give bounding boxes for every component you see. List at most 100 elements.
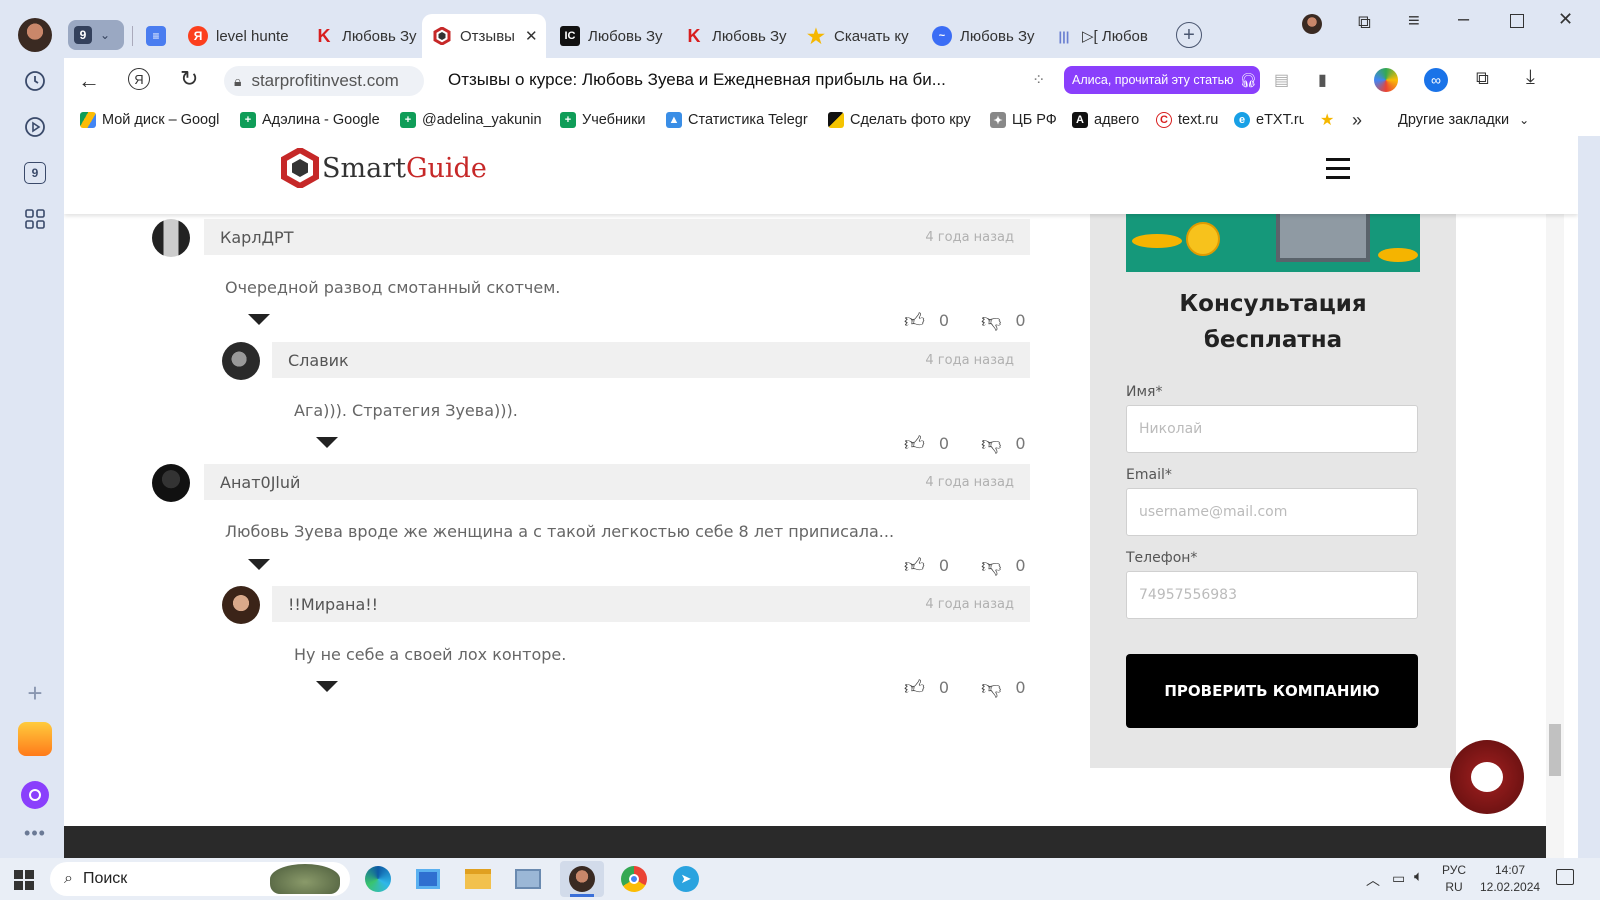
page-title[interactable]: Отзывы о курсе: Любовь Зуева и Ежедневна… — [448, 70, 946, 90]
bookmark-advego[interactable]: Aадвего — [1072, 112, 1140, 128]
telegram-app-icon[interactable]: ➤ — [664, 861, 708, 897]
collections-icon[interactable]: ⧉ — [1358, 12, 1371, 33]
add-panel-icon[interactable]: + — [18, 676, 52, 710]
bookmark-adelina-yakunina[interactable]: + @adelina_yakunin — [400, 112, 544, 128]
thumbs-up-icon[interactable]: 👍︎ — [904, 553, 925, 578]
chrome-app-icon[interactable] — [612, 861, 656, 897]
comment-author[interactable]: !!Мирана!! — [288, 595, 378, 614]
tab-groups-button[interactable]: 9 ⌄ — [68, 20, 124, 50]
bookmark-textru[interactable]: Ctext.ru — [1156, 112, 1218, 128]
language-indicator[interactable]: РУС RU — [1442, 862, 1466, 896]
email-field[interactable]: username@mail.com — [1126, 488, 1418, 536]
bookmark-telegram-stats[interactable]: ▲ Статистика Telegr — [666, 112, 812, 128]
like-count: 0 — [938, 311, 950, 330]
video-icon[interactable] — [18, 110, 52, 144]
bookmark-google-drive[interactable]: Мой диск – Googl — [80, 112, 224, 128]
thumbs-down-icon[interactable]: 👎︎ — [981, 431, 1001, 456]
more-bookmarks-icon[interactable]: » — [1352, 110, 1362, 131]
tab-lyubov-2[interactable]: IC Любовь Зу — [550, 14, 668, 58]
thumbs-up-icon[interactable]: 👍︎ — [904, 675, 925, 700]
site-logo[interactable]: Smart Guide — [280, 148, 487, 188]
comment-time[interactable]: 4 года назад — [925, 353, 1014, 368]
tab-lyubov-1[interactable]: K Любовь Зу — [304, 14, 422, 58]
edge-app-icon[interactable] — [356, 861, 400, 897]
tab-skachat[interactable]: ★ Скачать ку — [796, 14, 918, 58]
tabs-counter-icon[interactable]: 9 — [18, 156, 52, 190]
tab-level-hunter[interactable]: Я level hunte — [178, 14, 300, 58]
extensions-icon[interactable]: ⁘ — [1032, 70, 1045, 90]
clock[interactable]: 14:07 12.02.2024 — [1480, 862, 1540, 896]
photos-app-icon[interactable] — [506, 861, 550, 897]
chat-widget-button[interactable] — [1450, 740, 1524, 814]
maximize-icon[interactable] — [1510, 14, 1524, 28]
scrollbar-thumb[interactable] — [1549, 724, 1561, 776]
comment-time[interactable]: 4 года назад — [925, 230, 1014, 245]
collapse-replies-icon[interactable] — [316, 437, 338, 448]
tab-lyubov-audio[interactable]: ||| ▷[ Любов — [1044, 14, 1160, 58]
new-tab-button[interactable]: + — [1176, 22, 1202, 48]
sidebar-panel-icon[interactable]: ⧉ — [1476, 68, 1489, 89]
minimize-icon[interactable]: – — [1458, 8, 1469, 31]
bookmark-icon[interactable]: ▮ — [1318, 70, 1327, 90]
volume-icon[interactable]: 🔈︎ — [1414, 868, 1423, 885]
thumbs-down-icon[interactable]: 👎︎ — [981, 308, 1001, 333]
taskbar-search[interactable]: ⌕ Поиск — [50, 862, 350, 896]
name-field[interactable]: Николай — [1126, 405, 1418, 453]
extension-color-icon[interactable] — [1374, 68, 1398, 92]
network-icon[interactable]: ▭ — [1392, 870, 1405, 887]
comment-time[interactable]: 4 года назад — [925, 597, 1014, 612]
hamburger-menu-icon[interactable] — [1326, 158, 1350, 179]
file-explorer-icon[interactable] — [456, 861, 500, 897]
services-grid-icon[interactable] — [18, 202, 52, 236]
tray-chevron-up-icon[interactable]: ︿ — [1366, 870, 1380, 890]
other-bookmarks-folder[interactable]: Другие закладки ⌄ — [1398, 112, 1529, 128]
alice-icon[interactable] — [18, 778, 52, 812]
collapse-replies-icon[interactable] — [316, 681, 338, 692]
reload-icon[interactable]: ↻ — [180, 66, 198, 92]
close-window-icon[interactable]: ✕ — [1558, 9, 1573, 30]
site-address-pill[interactable]: 🔒︎ starprofitinvest.com — [224, 66, 424, 96]
collapse-replies-icon[interactable] — [248, 559, 270, 570]
yandex-home-icon[interactable]: Я — [128, 68, 150, 90]
comment-text: Любовь Зуева вроде же женщина а с такой … — [225, 522, 895, 541]
bookmark-photo[interactable]: Сделать фото кру — [828, 112, 974, 128]
alice-read-button[interactable]: Алиса, прочитай эту статью 🎧︎ — [1064, 66, 1260, 94]
infinity-extension-icon[interactable]: ∞ — [1424, 68, 1448, 92]
comment-author[interactable]: КарлДРТ — [220, 228, 293, 247]
coins-banner-image — [1126, 208, 1420, 272]
tab-lyubov-3[interactable]: K Любовь Зу — [674, 14, 792, 58]
bookmark-cbrf[interactable]: ✦ ЦБ РФ — [990, 112, 1056, 128]
tab-lyubov-4[interactable]: ~ Любовь Зу — [922, 14, 1040, 58]
yandex-browser-taskbar-icon[interactable] — [560, 861, 604, 897]
phone-field[interactable]: 74957556983 — [1126, 571, 1418, 619]
bookmark-etxt[interactable]: e eTXT.ru — [1234, 112, 1304, 128]
thumbs-up-icon[interactable]: 👍︎ — [904, 308, 925, 333]
notifications-icon[interactable] — [1556, 869, 1574, 885]
comment-author[interactable]: Анат0Jluй — [220, 473, 300, 492]
close-tab-icon[interactable]: ✕ — [525, 27, 538, 45]
profile-avatar[interactable] — [18, 18, 52, 52]
collapse-replies-icon[interactable] — [248, 314, 270, 325]
back-icon[interactable]: ← — [78, 68, 100, 94]
profile-small-avatar[interactable] — [1302, 14, 1322, 34]
reader-mode-icon[interactable]: ▤ — [1274, 70, 1289, 90]
download-icon[interactable]: ⤓ — [1526, 66, 1535, 89]
bookmark-adelina-google[interactable]: + Адэлина - Google — [240, 112, 384, 128]
thumbs-down-icon[interactable]: 👎︎ — [981, 553, 1001, 578]
more-icon[interactable]: ••• — [18, 816, 52, 850]
star-bookmark-icon[interactable]: ★ — [1320, 110, 1340, 130]
comment-time[interactable]: 4 года назад — [925, 475, 1014, 490]
tab-docs[interactable]: ≡ — [136, 14, 178, 58]
thumbs-down-icon[interactable]: 👎︎ — [981, 675, 1001, 700]
page-scrollbar[interactable] — [1546, 136, 1564, 858]
windows-app-icon[interactable] — [406, 861, 450, 897]
comment-author[interactable]: Славик — [288, 351, 349, 370]
windows-start-icon[interactable] — [14, 870, 34, 890]
tab-otzyvy-active[interactable]: Отзывы ✕ — [422, 14, 546, 58]
history-icon[interactable] — [18, 64, 52, 98]
thumbs-up-icon[interactable]: 👍︎ — [904, 431, 925, 456]
bookmark-uchebniki[interactable]: + Учебники — [560, 112, 650, 128]
mail-icon[interactable] — [18, 722, 52, 756]
menu-icon[interactable]: ≡ — [1408, 10, 1420, 33]
check-company-button[interactable]: ПРОВЕРИТЬ КОМПАНИЮ — [1126, 654, 1418, 728]
